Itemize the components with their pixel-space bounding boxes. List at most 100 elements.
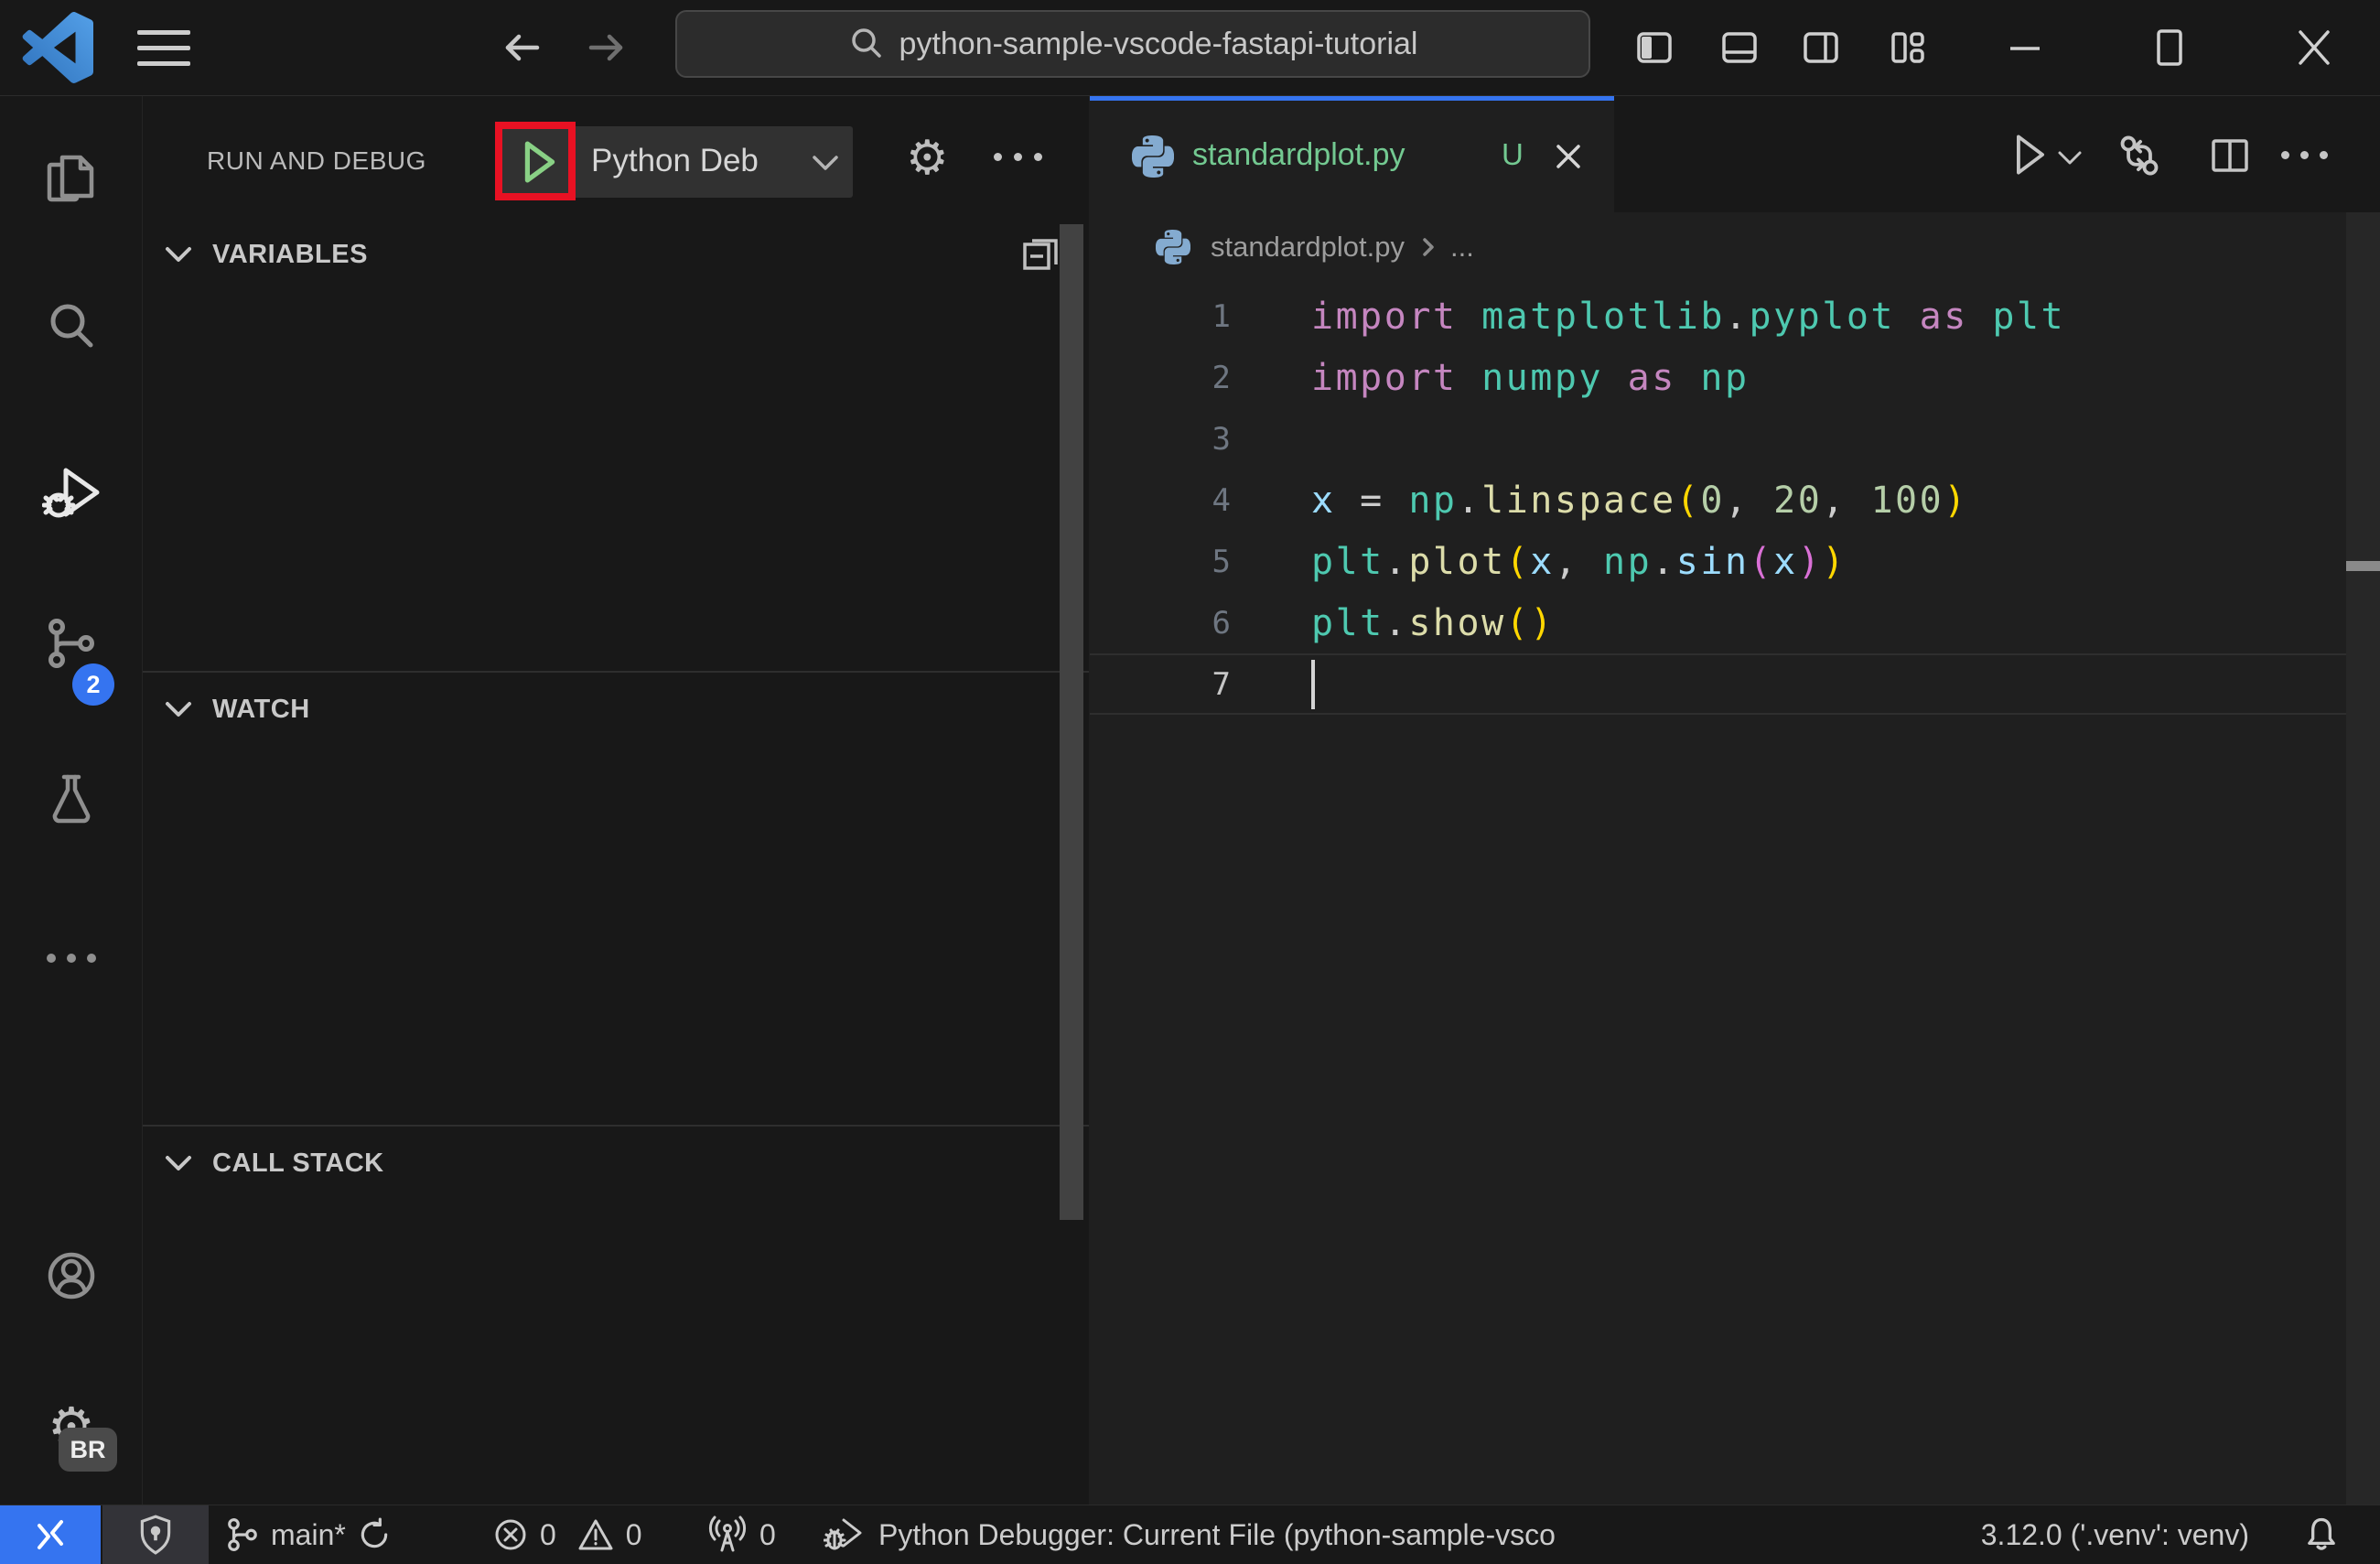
code-line[interactable]: 5 plt.plot(x, np.sin(x)) — [1090, 531, 2380, 592]
vscode-window: python-sample-vscode-fastapi-tutorial 2 … — [0, 0, 2380, 1564]
tab-strip: standardplot.py U — [1090, 96, 2380, 212]
search-icon — [851, 28, 881, 58]
chevron-down-icon — [166, 702, 191, 717]
profile-badge[interactable]: BR — [59, 1428, 117, 1472]
minimize-button[interactable] — [2004, 27, 2046, 69]
back-arrow-icon[interactable] — [499, 25, 544, 70]
code-token: . — [1384, 601, 1409, 644]
open-changes-icon[interactable] — [2116, 133, 2162, 178]
menu-icon[interactable] — [137, 30, 190, 67]
code-token: plt — [1311, 601, 1384, 644]
code-token: np — [1408, 479, 1458, 522]
code-text[interactable]: plt.show() — [1311, 602, 1555, 644]
debug-settings-gear-icon[interactable]: ⚙ — [906, 129, 949, 188]
editor-more-actions-icon[interactable] — [2281, 151, 2328, 159]
section-divider — [143, 1125, 1089, 1127]
toggle-primary-sidebar-icon[interactable] — [1633, 27, 1675, 69]
code-token: ) — [1797, 540, 1823, 583]
code-line[interactable]: 4 x = np.linspace(0, 20, 100) — [1090, 469, 2380, 531]
python-interpreter-item[interactable]: 3.12.0 ('.venv': venv) — [1981, 1505, 2249, 1564]
more-views-icon[interactable] — [42, 929, 101, 987]
warnings-count: 0 — [625, 1517, 642, 1551]
close-window-button[interactable] — [2293, 27, 2335, 69]
section-label: WATCH — [212, 694, 310, 724]
maximize-button[interactable] — [2148, 27, 2191, 69]
branch-item[interactable]: main* — [225, 1505, 392, 1564]
watch-section-header[interactable]: WATCH — [143, 679, 1089, 739]
split-editor-icon[interactable] — [2208, 135, 2252, 177]
code-token: 100 — [1870, 479, 1944, 522]
code-line[interactable]: 6 plt.show() — [1090, 592, 2380, 653]
code-token: plt — [1992, 295, 2066, 338]
code-token: , — [1822, 479, 1871, 522]
code-token: ) — [1822, 540, 1847, 583]
editor-group: standardplot.py U standardplot.py ... 1 … — [1090, 96, 2380, 1505]
run-python-file-icon[interactable] — [2010, 133, 2051, 177]
code-token: ( — [1505, 601, 1531, 644]
debug-alt-icon — [824, 1518, 862, 1550]
sync-icon — [361, 1517, 388, 1548]
code-text[interactable]: x = np.linspace(0, 20, 100) — [1311, 480, 1968, 522]
code-token: , — [1554, 540, 1604, 583]
code-line[interactable]: 3 — [1090, 408, 2380, 469]
text-cursor — [1311, 659, 1315, 709]
problems-item[interactable]: 0 0 — [492, 1505, 642, 1564]
code-text[interactable]: plt.plot(x, np.sin(x)) — [1311, 541, 1847, 583]
editor-toolbar — [1996, 96, 2380, 212]
tab-standardplot[interactable]: standardplot.py U — [1090, 96, 1614, 212]
errors-count: 0 — [540, 1517, 556, 1551]
code-text[interactable]: import matplotlib.pyplot as plt — [1311, 296, 2065, 338]
testing-icon[interactable] — [42, 768, 101, 826]
debug-status-item[interactable]: Python Debugger: Current File (python-sa… — [824, 1505, 1745, 1564]
git-branch-icon — [228, 1518, 257, 1551]
sidebar-title: RUN AND DEBUG — [207, 146, 426, 175]
call-stack-section-header[interactable]: CALL STACK — [143, 1133, 1089, 1193]
section-label: CALL STACK — [212, 1148, 384, 1178]
run-and-debug-icon[interactable] — [42, 459, 101, 518]
debug-status-label: Python Debugger: Current File (python-sa… — [878, 1517, 1556, 1551]
code-line[interactable]: 7 — [1090, 653, 2380, 715]
collapse-all-icon[interactable] — [1019, 232, 1061, 274]
code-token: sin — [1675, 540, 1750, 583]
code-token: plot — [1408, 540, 1506, 583]
breadcrumb[interactable]: standardplot.py ... — [1090, 212, 2380, 282]
code-token: = — [1335, 479, 1409, 522]
forward-arrow-icon[interactable] — [584, 25, 630, 70]
variables-section-header[interactable]: VARIABLES — [143, 224, 1089, 285]
ports-item[interactable]: 0 — [706, 1505, 776, 1564]
customize-layout-icon[interactable] — [1887, 27, 1929, 69]
search-sidebar-icon[interactable] — [42, 297, 101, 356]
code-token: plt — [1311, 540, 1384, 583]
toggle-panel-icon[interactable] — [1718, 27, 1761, 69]
debug-more-actions-icon[interactable] — [994, 153, 1042, 161]
sidebar-scrollbar[interactable] — [1060, 224, 1083, 1220]
notifications-item[interactable] — [2303, 1505, 2340, 1564]
run-dropdown-chevron-icon[interactable] — [2056, 149, 2084, 167]
python-file-icon — [1156, 230, 1190, 264]
breadcrumb-symbol[interactable]: ... — [1450, 231, 1474, 264]
remote-indicator[interactable] — [0, 1505, 101, 1564]
code-token: show — [1408, 601, 1506, 644]
code-line[interactable]: 2 import numpy as np — [1090, 347, 2380, 408]
tab-dirty-indicator: U — [1502, 137, 1524, 171]
breadcrumb-file[interactable]: standardplot.py — [1211, 231, 1405, 264]
line-number: 2 — [1212, 359, 1231, 396]
editor-scrollbar[interactable] — [2346, 212, 2380, 1505]
tab-label: standardplot.py — [1192, 137, 1405, 172]
tab-close-icon[interactable] — [1553, 141, 1584, 172]
code-token: 0 — [1700, 479, 1725, 522]
warnings-icon — [578, 1519, 613, 1550]
debug-config-label: Python Deb — [591, 143, 759, 178]
command-center-search[interactable]: python-sample-vscode-fastapi-tutorial — [675, 10, 1590, 78]
code-text[interactable] — [1311, 659, 1315, 709]
toggle-secondary-sidebar-icon[interactable] — [1800, 27, 1842, 69]
code-text[interactable]: import numpy as np — [1311, 357, 1750, 399]
account-icon[interactable] — [42, 1246, 101, 1305]
workspace-trust-item[interactable] — [102, 1505, 209, 1564]
explorer-icon[interactable] — [42, 150, 101, 209]
code-line[interactable]: 1 import matplotlib.pyplot as plt — [1090, 286, 2380, 347]
